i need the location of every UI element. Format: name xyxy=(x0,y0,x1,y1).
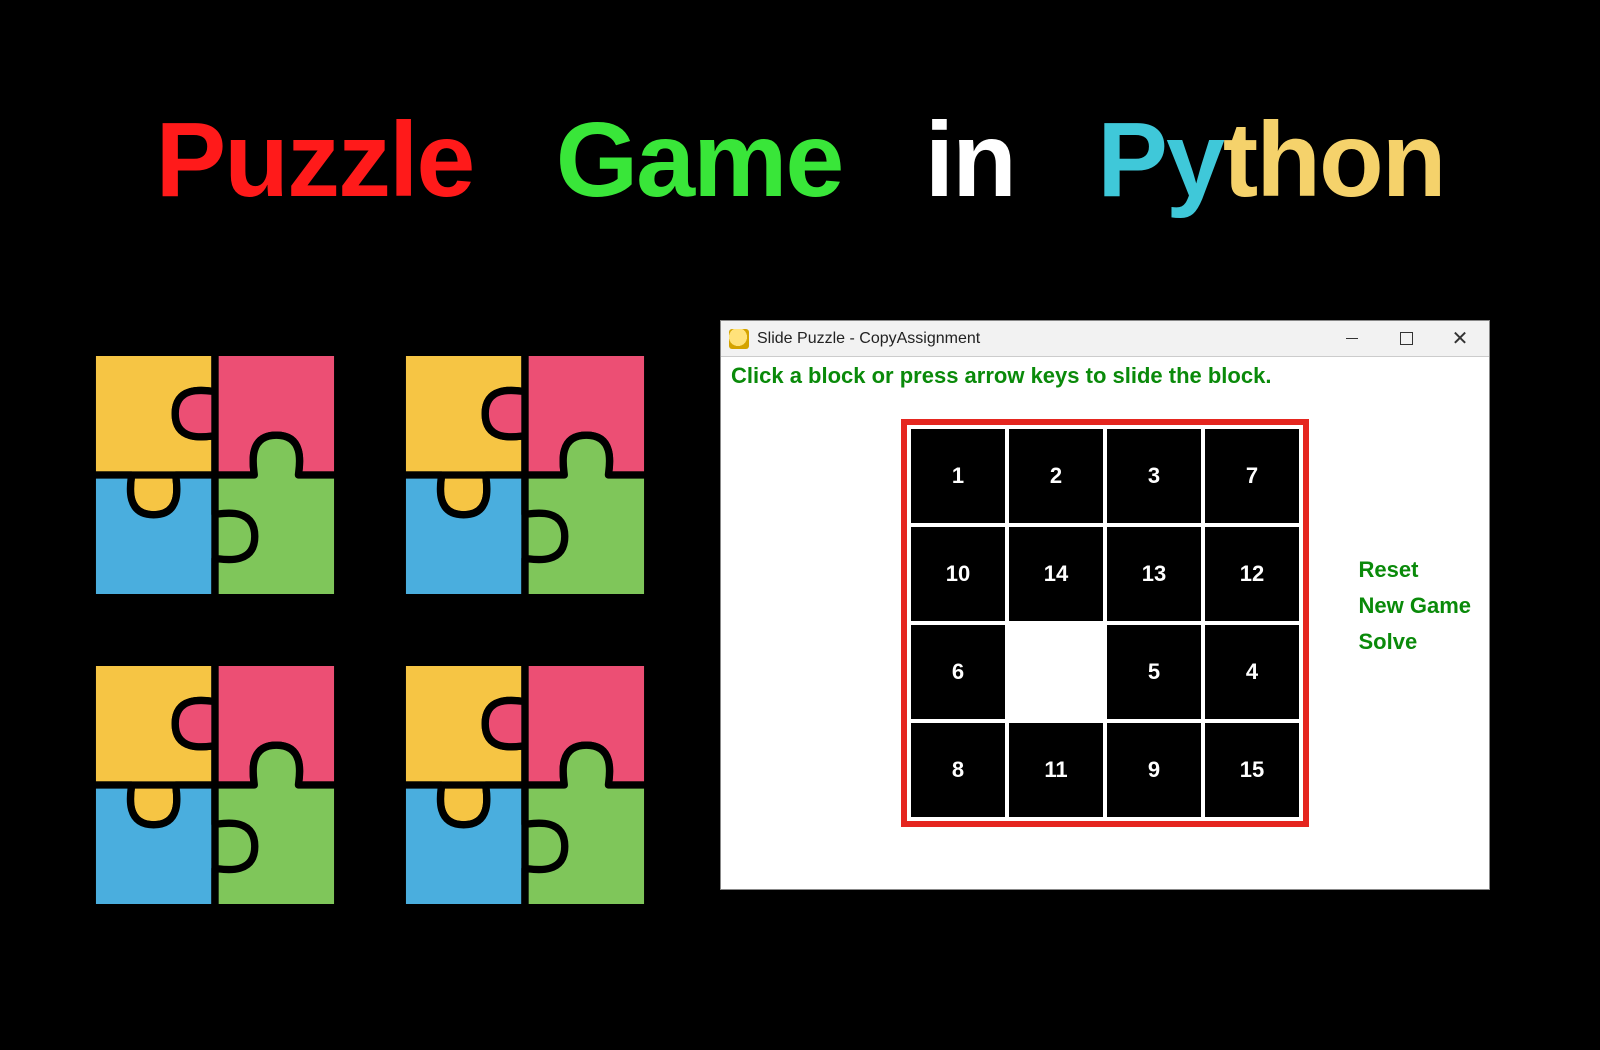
puzzle-tile[interactable]: 12 xyxy=(1205,527,1299,621)
puzzle-tile[interactable]: 8 xyxy=(911,723,1005,817)
new-game-button[interactable]: New Game xyxy=(1359,593,1472,619)
app-body: Click a block or press arrow keys to sli… xyxy=(721,357,1489,889)
slide-puzzle-board: 123710141312654811915 xyxy=(901,419,1309,827)
window-maximize-button[interactable] xyxy=(1383,324,1429,354)
window-minimize-button[interactable] xyxy=(1329,324,1375,354)
puzzle-tile[interactable]: 7 xyxy=(1205,429,1299,523)
jigsaw-icon xyxy=(80,650,350,920)
puzzle-tile[interactable]: 5 xyxy=(1107,625,1201,719)
puzzle-tile[interactable]: 3 xyxy=(1107,429,1201,523)
headline-word-3: in xyxy=(925,100,1015,221)
jigsaw-icon xyxy=(390,340,660,610)
headline: Puzzle Game in Python xyxy=(0,100,1600,221)
window-close-button[interactable]: ✕ xyxy=(1437,324,1483,354)
puzzle-tile[interactable]: 6 xyxy=(911,625,1005,719)
jigsaw-icon xyxy=(390,650,660,920)
puzzle-tile[interactable]: 15 xyxy=(1205,723,1299,817)
empty-tile xyxy=(1009,625,1103,719)
command-list: Reset New Game Solve xyxy=(1359,557,1472,655)
jigsaw-icon-grid xyxy=(80,340,660,920)
headline-word-1: Puzzle xyxy=(156,100,474,221)
headline-word-2: Game xyxy=(556,100,843,221)
puzzle-tile[interactable]: 2 xyxy=(1009,429,1103,523)
puzzle-tile[interactable]: 11 xyxy=(1009,723,1103,817)
window-titlebar[interactable]: Slide Puzzle - CopyAssignment ✕ xyxy=(721,321,1489,357)
puzzle-tile[interactable]: 13 xyxy=(1107,527,1201,621)
slide-puzzle-window: Slide Puzzle - CopyAssignment ✕ Click a … xyxy=(720,320,1490,890)
solve-button[interactable]: Solve xyxy=(1359,629,1472,655)
puzzle-tile[interactable]: 9 xyxy=(1107,723,1201,817)
reset-button[interactable]: Reset xyxy=(1359,557,1472,583)
headline-word-4: Python xyxy=(1097,100,1444,221)
window-title: Slide Puzzle - CopyAssignment xyxy=(757,330,980,348)
puzzle-tile[interactable]: 4 xyxy=(1205,625,1299,719)
app-icon xyxy=(729,329,749,349)
puzzle-tile[interactable]: 14 xyxy=(1009,527,1103,621)
hint-text: Click a block or press arrow keys to sli… xyxy=(731,363,1271,389)
puzzle-tile[interactable]: 1 xyxy=(911,429,1005,523)
jigsaw-icon xyxy=(80,340,350,610)
puzzle-tile[interactable]: 10 xyxy=(911,527,1005,621)
